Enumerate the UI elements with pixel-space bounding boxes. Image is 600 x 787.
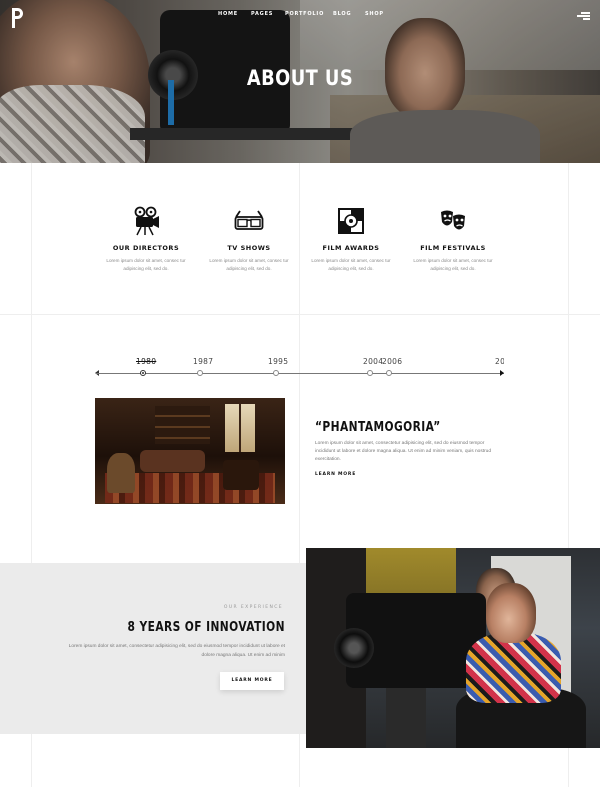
experience-title-text: 8 YEARS OF INNOVATION bbox=[127, 620, 285, 635]
hamburger-line bbox=[583, 18, 590, 20]
story-learn-more-link[interactable]: LEARN MORE bbox=[315, 472, 356, 477]
feature-title: FILM AWARDS bbox=[322, 244, 380, 252]
feature-text: Lorem ipsum dolor sit amet, consec tur a… bbox=[311, 258, 391, 271]
hamburger-line bbox=[577, 15, 590, 17]
experience-eyebrow: OUR EXPERIENCE bbox=[223, 605, 283, 610]
story-image-shelf bbox=[155, 406, 210, 444]
feature-text: Lorem ipsum dolor sit amet, consec tur a… bbox=[413, 258, 493, 271]
feature-film-festivals: FILM FESTIVALS Lorem ipsum dolor sit ame… bbox=[401, 206, 505, 273]
nav-blog[interactable]: BLOG bbox=[333, 11, 351, 17]
nav-shop[interactable]: SHOP bbox=[365, 11, 384, 17]
feature-text: Lorem ipsum dolor sit amet, consec tur a… bbox=[106, 258, 186, 271]
story-image-table bbox=[107, 453, 135, 493]
logo-bowl bbox=[12, 8, 23, 19]
experience-image-scarf bbox=[466, 633, 561, 703]
feature-directors: OUR DIRECTORS Lorem ipsum dolor sit amet… bbox=[94, 206, 198, 273]
experience-learn-more-button[interactable]: LEARN MORE bbox=[220, 672, 284, 690]
experience-image bbox=[306, 548, 600, 748]
story-title: “PHANTAMOGORIA” bbox=[315, 420, 441, 435]
theater-masks-icon bbox=[438, 206, 468, 236]
feature-text: Lorem ipsum dolor sit amet, consec tur a… bbox=[209, 258, 289, 271]
experience-text: Lorem ipsum dolor sit amet, consectetur … bbox=[68, 644, 285, 658]
feature-title: FILM FESTIVALS bbox=[420, 244, 486, 252]
story-text: Lorem ipsum dolor sit amet, consectetur … bbox=[315, 441, 491, 462]
section-divider bbox=[0, 314, 600, 315]
story-image-sofa bbox=[140, 450, 205, 472]
timeline-year-1987[interactable]: 1987 bbox=[193, 357, 213, 366]
feature-film-awards: FILM AWARDS Lorem ipsum dolor sit amet, … bbox=[299, 206, 403, 273]
experience-camera-lens bbox=[334, 628, 374, 668]
hamburger-line bbox=[581, 12, 590, 14]
timeline-year-1995[interactable]: 1995 bbox=[268, 357, 288, 366]
experience-image-camera bbox=[334, 593, 486, 688]
timeline-year-1980[interactable]: 1980 bbox=[136, 357, 156, 366]
experience-title: 8 YEARS OF INNOVATION bbox=[0, 620, 285, 635]
hamburger-icon[interactable] bbox=[577, 12, 590, 20]
experience-image-woman bbox=[486, 583, 536, 643]
story-image-chair bbox=[223, 460, 259, 490]
experience-image-tripod bbox=[386, 688, 426, 748]
story-image-window bbox=[225, 404, 255, 452]
nav-pages[interactable]: PAGES bbox=[251, 11, 273, 17]
nav-portfolio[interactable]: PORTFOLIO bbox=[285, 11, 324, 17]
page-title: ABOUT US bbox=[246, 66, 354, 90]
timeline-year-partial[interactable]: 20 bbox=[495, 357, 504, 366]
site-logo[interactable] bbox=[12, 8, 26, 28]
feature-title: TV SHOWS bbox=[227, 244, 271, 252]
timeline-year-2004[interactable]: 2004 bbox=[363, 357, 383, 366]
feature-tv-shows: TV SHOWS Lorem ipsum dolor sit amet, con… bbox=[197, 206, 301, 273]
feature-title: OUR DIRECTORS bbox=[112, 244, 180, 252]
film-award-icon bbox=[336, 206, 366, 236]
nav-home[interactable]: HOME bbox=[218, 11, 238, 17]
story-image bbox=[95, 398, 285, 504]
timeline-year-2006[interactable]: 2006 bbox=[382, 357, 402, 366]
film-projector-icon bbox=[131, 206, 161, 236]
3d-glasses-icon bbox=[234, 206, 264, 236]
timeline-years: 1980 1987 1995 2004 2006 20 bbox=[96, 350, 504, 380]
